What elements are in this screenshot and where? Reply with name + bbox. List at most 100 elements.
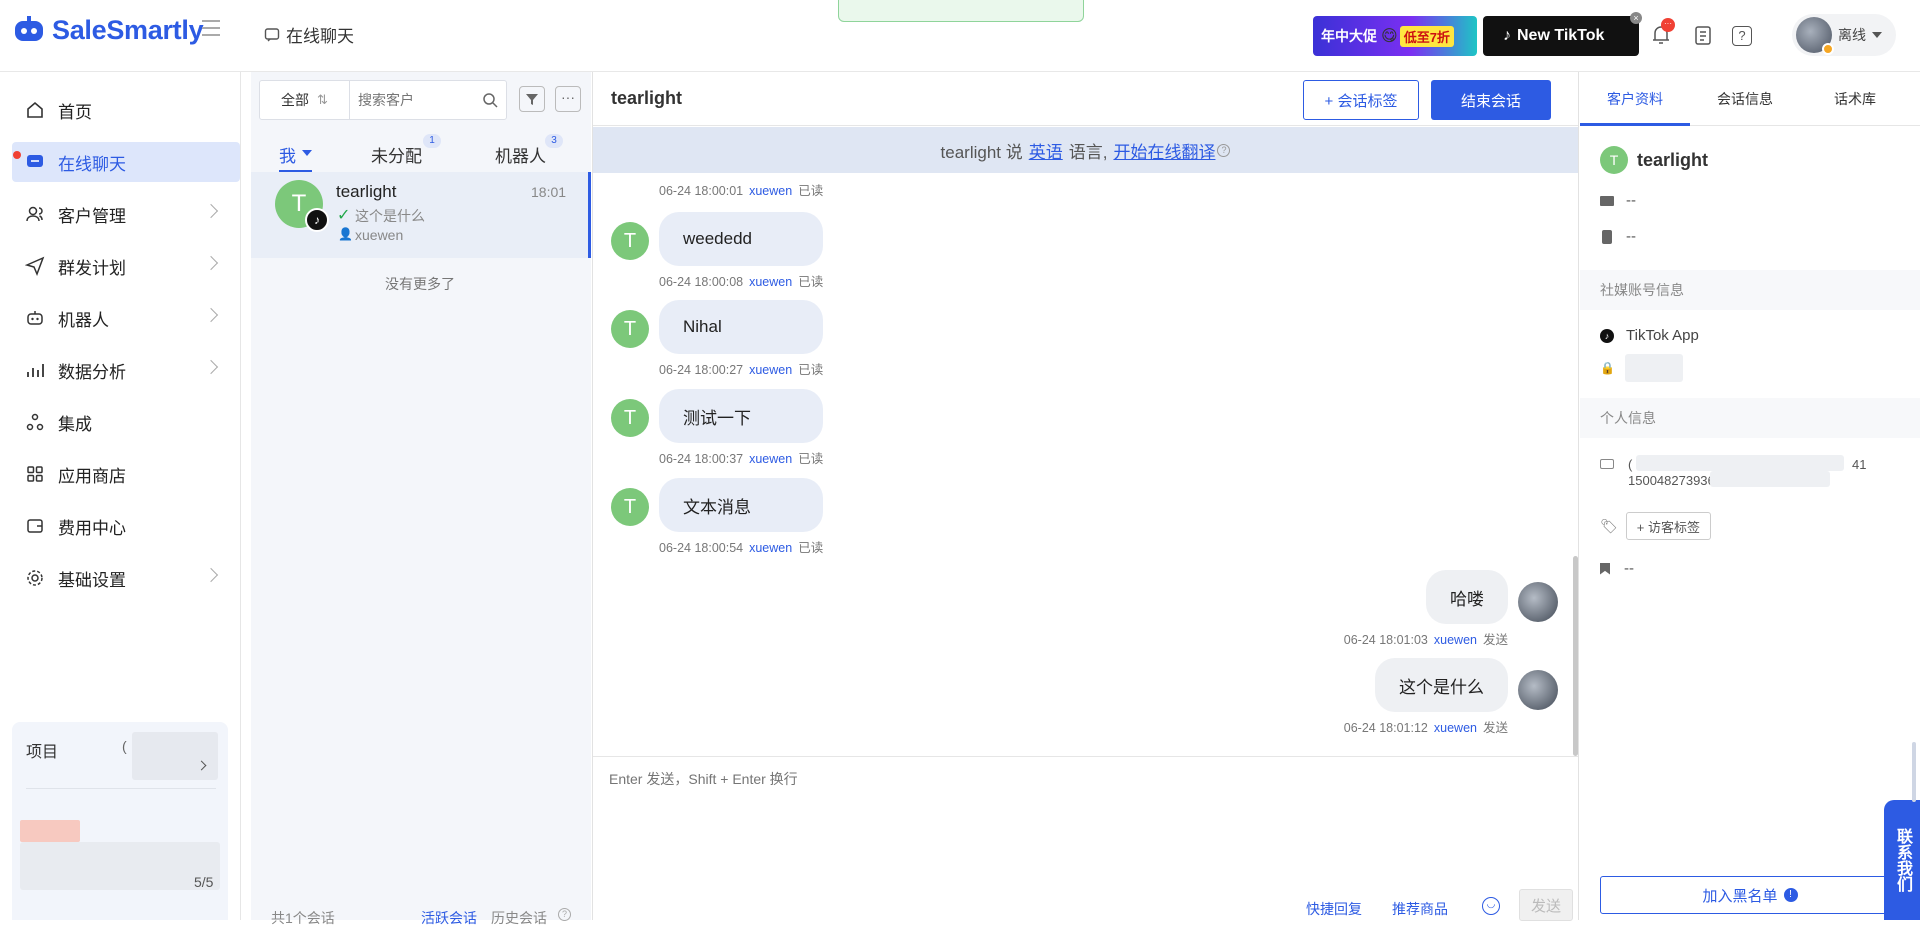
tab-scripts[interactable]: 话术库 bbox=[1800, 72, 1910, 126]
message-input[interactable] bbox=[609, 769, 1559, 869]
customer-id-row: ( 41 15004827393б bbox=[1600, 455, 1900, 499]
top-bar: SaleSmartly 在线聊天 年中大促 😋 低至7折 ♪ New TikTo… bbox=[0, 0, 1920, 72]
sidebar-item-live-chat[interactable]: 在线聊天 bbox=[12, 142, 240, 182]
emoji-icon[interactable]: ◡ bbox=[1482, 897, 1500, 915]
home-icon bbox=[24, 99, 46, 121]
message-bubble: 这个是什么 bbox=[1375, 658, 1508, 712]
sidebar-item-customers[interactable]: 客户管理 bbox=[12, 194, 240, 234]
start-translate-link[interactable]: 开始在线翻译 bbox=[1113, 138, 1215, 163]
lock-icon: 🔒 bbox=[1600, 361, 1615, 375]
filter-all-dropdown[interactable]: 全部 ⇅ bbox=[260, 81, 350, 119]
sidebar-item-settings[interactable]: 基础设置 bbox=[12, 558, 240, 598]
sidebar: 首页 在线聊天 客户管理 群发计划 机器人 数据分析 集成 应用商店 费用中心 … bbox=[0, 72, 241, 920]
customer-avatar: T bbox=[611, 399, 649, 437]
composer: 快捷回复 推荐商品 ◡ 发送 bbox=[593, 756, 1578, 921]
message-incoming: T 测试一下 06-24 18:00:37 xuewen 已读 bbox=[611, 389, 824, 467]
clipboard-icon[interactable] bbox=[1694, 24, 1712, 51]
end-session-button[interactable]: 结束会话 bbox=[1431, 80, 1551, 120]
sidebar-item-home[interactable]: 首页 bbox=[12, 90, 240, 130]
sidebar-item-billing[interactable]: 费用中心 bbox=[12, 506, 240, 546]
user-status-menu[interactable]: 离线 bbox=[1792, 14, 1896, 56]
notification-bell-icon[interactable]: ··· bbox=[1651, 18, 1675, 46]
add-to-blacklist-button[interactable]: 加入黑名单 ! bbox=[1600, 876, 1900, 914]
sidebar-item-analytics[interactable]: 数据分析 bbox=[12, 350, 240, 390]
add-visitor-tag-button[interactable]: + 访客标签 bbox=[1625, 512, 1711, 540]
filter-button[interactable] bbox=[519, 86, 545, 112]
recommend-product-link[interactable]: 推荐商品 bbox=[1392, 899, 1448, 919]
session-tag-button[interactable]: + 会话标签 bbox=[1303, 80, 1419, 120]
gear-icon bbox=[24, 567, 46, 589]
conversation-filter-bar: 全部 ⇅ bbox=[259, 80, 507, 120]
promo-banner-tiktok[interactable]: ♪ New TikTok bbox=[1483, 16, 1639, 56]
tiktok-icon: ♪ bbox=[1503, 27, 1511, 44]
chart-icon bbox=[24, 359, 46, 381]
message-bubble: 测试一下 bbox=[659, 389, 824, 443]
agent-avatar bbox=[1518, 582, 1558, 622]
conversation-item[interactable]: T ♪ tearlight 18:01 ✓ 这个是什么 👤 xuewen bbox=[251, 172, 591, 258]
quick-reply-link[interactable]: 快捷回复 bbox=[1306, 899, 1362, 919]
user-avatar bbox=[1796, 17, 1834, 55]
caret-down-icon bbox=[1872, 32, 1882, 38]
chat-title: tearlight bbox=[611, 88, 683, 108]
tab-bot[interactable]: 机器人 3 bbox=[495, 134, 563, 167]
message-bubble: 哈喽 bbox=[1426, 570, 1508, 624]
help-icon[interactable]: ? bbox=[1732, 26, 1752, 46]
history-sessions-link[interactable]: 历史会话 bbox=[491, 908, 547, 928]
message-meta: 06-24 18:00:54 xuewen 已读 bbox=[659, 541, 824, 555]
close-banner-icon[interactable]: × bbox=[1630, 12, 1642, 24]
right-tabs: 客户资料 会话信息 话术库 bbox=[1580, 72, 1920, 126]
message-meta: 06-24 18:01:03 xuewen 发送 bbox=[1343, 633, 1508, 647]
tab-mine[interactable]: 我 bbox=[279, 142, 312, 172]
search-icon[interactable] bbox=[482, 92, 498, 108]
wallet-icon bbox=[24, 515, 46, 537]
chevron-right-icon bbox=[203, 255, 219, 271]
language-link[interactable]: 英语 bbox=[1029, 138, 1063, 163]
collapse-menu-icon[interactable] bbox=[202, 20, 220, 36]
bot-count-badge: 3 bbox=[545, 134, 563, 148]
info-icon: ! bbox=[1783, 888, 1798, 902]
chevron-right-icon bbox=[203, 307, 219, 323]
message-meta: 06-24 18:01:12 xuewen 发送 bbox=[1343, 721, 1508, 735]
contact-us-widget[interactable]: 联系我们 bbox=[1884, 800, 1920, 920]
chevron-right-icon bbox=[203, 359, 219, 375]
caret-down-icon bbox=[302, 150, 312, 156]
sidebar-item-bot[interactable]: 机器人 bbox=[12, 298, 240, 338]
integration-icon bbox=[24, 411, 46, 433]
conversation-list-footer: 共1个会话 活跃会话 历史会话 ? bbox=[251, 902, 591, 926]
messages-scrollbar[interactable] bbox=[1573, 556, 1578, 756]
tab-customer-profile[interactable]: 客户资料 bbox=[1580, 72, 1690, 126]
chat-bubble-icon bbox=[24, 151, 46, 173]
unread-dot bbox=[13, 151, 21, 159]
mail-icon bbox=[1600, 195, 1614, 206]
logo-icon bbox=[15, 16, 43, 41]
help-circle-icon[interactable]: ? bbox=[558, 908, 571, 921]
sidebar-item-broadcast[interactable]: 群发计划 bbox=[12, 246, 240, 286]
no-more-text: 没有更多了 bbox=[385, 276, 455, 292]
message-bubble: 文本消息 bbox=[659, 478, 824, 532]
tag-icon: 🏷 bbox=[1600, 517, 1618, 534]
help-circle-icon[interactable]: ? bbox=[1217, 143, 1231, 157]
chat-icon bbox=[264, 27, 280, 41]
more-options-button[interactable]: ··· bbox=[555, 86, 581, 112]
id-card-icon bbox=[1600, 459, 1614, 469]
customer-avatar: T bbox=[1600, 146, 1628, 174]
message-meta: 06-24 18:00:37 xuewen 已读 bbox=[659, 452, 824, 466]
sidebar-item-integration[interactable]: 集成 bbox=[12, 402, 240, 442]
social-account-row: 🔒 bbox=[1600, 354, 1683, 382]
tab-session-info[interactable]: 会话信息 bbox=[1690, 72, 1800, 126]
redacted-project-name bbox=[132, 732, 218, 780]
tab-unassigned[interactable]: 未分配 1 bbox=[371, 134, 441, 167]
note-row: -- bbox=[1600, 560, 1634, 577]
send-button[interactable]: 发送 bbox=[1519, 889, 1573, 921]
conversation-list-panel: 全部 ⇅ ··· 我 未分配 1 机器人 3 T ♪ tearlight 18:… bbox=[251, 72, 591, 926]
page-scrollbar[interactable] bbox=[1912, 742, 1916, 802]
app-logo[interactable]: SaleSmartly bbox=[12, 10, 204, 50]
promo-banner-sale[interactable]: 年中大促 😋 低至7折 bbox=[1313, 16, 1477, 56]
active-sessions-link[interactable]: 活跃会话 bbox=[421, 908, 477, 928]
customer-search-input[interactable] bbox=[358, 92, 478, 108]
message-meta: 06-24 18:00:27 xuewen 已读 bbox=[659, 363, 824, 377]
translate-bar: tearlight 说 英语 语言, 开始在线翻译 ? bbox=[593, 127, 1578, 173]
send-icon bbox=[24, 255, 46, 277]
bookmark-icon bbox=[1600, 562, 1610, 575]
sidebar-item-app-store[interactable]: 应用商店 bbox=[12, 454, 240, 494]
